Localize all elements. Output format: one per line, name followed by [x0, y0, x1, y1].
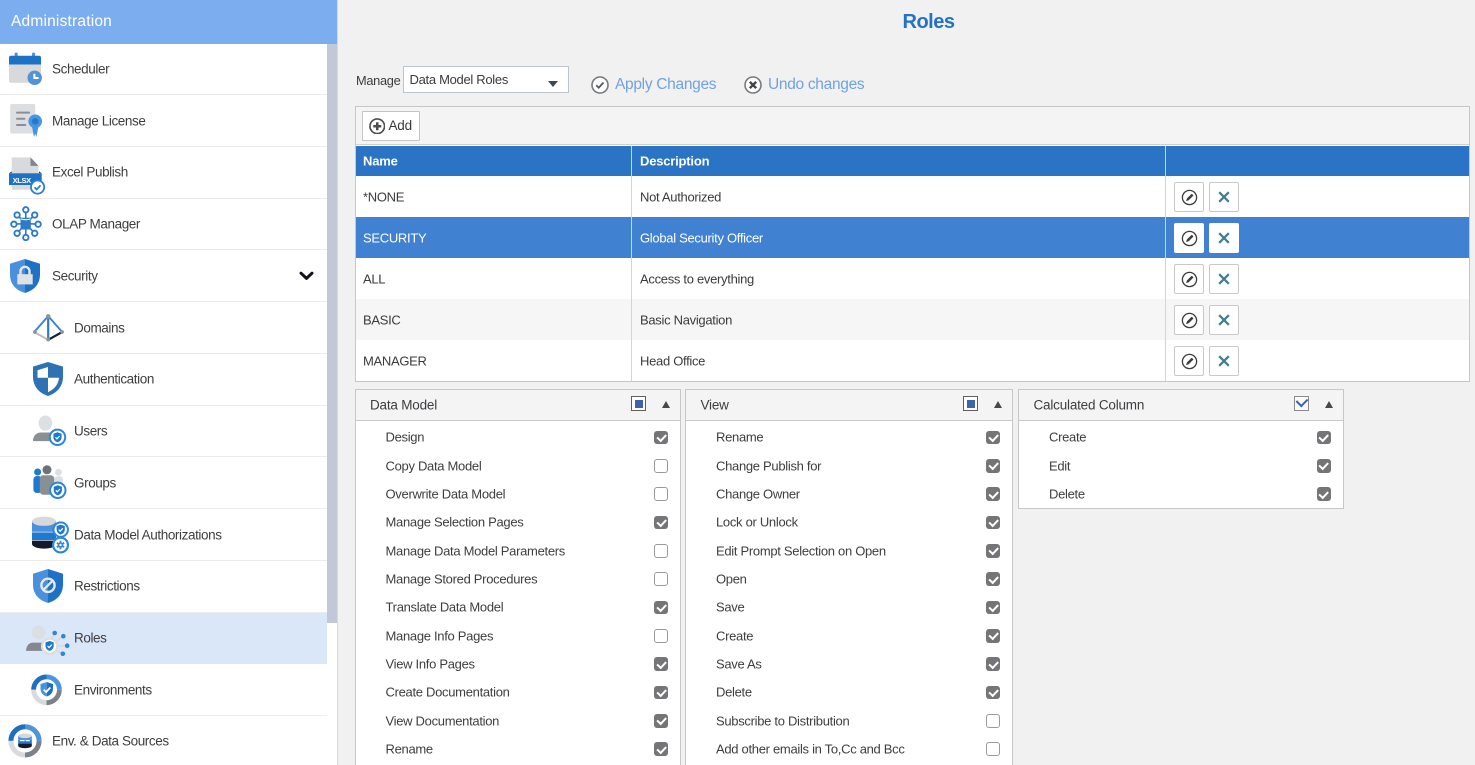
svg-text:XLSX: XLSX — [12, 176, 31, 185]
